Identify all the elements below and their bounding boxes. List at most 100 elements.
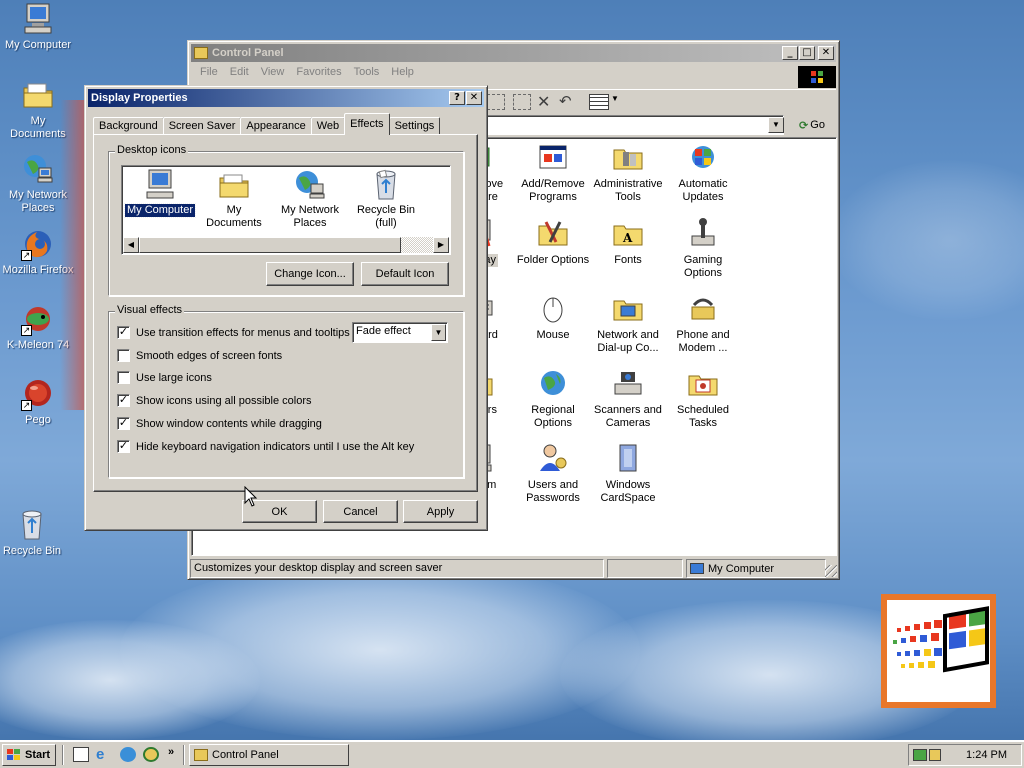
undo-icon[interactable]: ↶ <box>559 92 572 110</box>
transition-effect-select[interactable]: Fade effect ▼ <box>352 322 448 343</box>
copy-to-icon[interactable] <box>513 94 531 110</box>
move-to-icon[interactable] <box>487 94 505 110</box>
tab-background[interactable]: Background <box>93 117 164 135</box>
scheduled-tasks-icon <box>686 366 720 400</box>
scroll-right-button[interactable]: ▶ <box>433 237 449 253</box>
visual-effect-option[interactable]: Smooth edges of screen fonts <box>117 349 282 362</box>
tab-appearance[interactable]: Appearance <box>240 117 312 135</box>
tab-settings[interactable]: Settings <box>388 117 441 135</box>
control-panel-titlebar[interactable]: Control Panel _ □ ✕ <box>191 44 836 62</box>
visual-effect-option[interactable]: ✓ Hide keyboard navigation indicators unt… <box>117 440 414 453</box>
tab-screen-saver[interactable]: Screen Saver <box>162 117 242 135</box>
system-tray: 1:24 PM <box>908 744 1022 766</box>
users-icon <box>536 441 570 475</box>
delete-icon[interactable]: ✕ <box>537 92 550 112</box>
mouse-icon <box>536 291 570 325</box>
control-panel-item[interactable]: Phone and Modem ... <box>664 291 742 355</box>
start-button[interactable]: Start <box>2 744 56 766</box>
control-panel-item[interactable]: Administrative Tools <box>589 140 667 204</box>
quick-launch-chevron[interactable]: » <box>168 746 174 758</box>
search-icon[interactable] <box>143 747 159 762</box>
desktop-icons-list-item[interactable]: My Documents <box>198 168 270 230</box>
menu-favorites[interactable]: Favorites <box>290 66 347 78</box>
menu-edit[interactable]: Edit <box>224 66 255 78</box>
address-bar[interactable] <box>484 115 784 135</box>
checkbox[interactable]: ✓ <box>117 394 130 407</box>
menu-view[interactable]: View <box>255 66 291 78</box>
chevron-down-icon[interactable]: ▼ <box>431 324 446 341</box>
control-panel-item[interactable]: Users and Passwords <box>514 441 592 505</box>
default-icon-button[interactable]: Default Icon <box>361 262 449 286</box>
desktop-icons-list-item[interactable]: Rec (e <box>426 168 450 230</box>
checkbox[interactable]: ✓ <box>117 417 130 430</box>
desktop-icon-recycle-bin[interactable]: Recycle Bin <box>0 508 70 558</box>
gaming-options-icon <box>686 216 720 250</box>
desktop-icons-list-label: My Documents <box>206 204 262 229</box>
control-panel-item[interactable]: Add/Remove Programs <box>514 140 592 204</box>
control-panel-item[interactable]: Gaming Options <box>664 216 742 280</box>
taskbar-button-control-panel[interactable]: Control Panel <box>189 744 349 766</box>
checkbox[interactable]: ✓ <box>117 440 130 453</box>
desktop-icons-list-item[interactable]: My Computer <box>123 168 197 218</box>
control-panel-item-label: Administrative Tools <box>593 178 663 203</box>
control-panel-item[interactable]: Scheduled Tasks <box>664 366 742 430</box>
checkbox[interactable] <box>117 371 130 384</box>
checkbox[interactable] <box>117 349 130 362</box>
desktop-icon-my-computer[interactable]: My Computer <box>0 2 76 52</box>
apply-button[interactable]: Apply <box>403 500 478 523</box>
tab-effects[interactable]: Effects <box>344 113 390 135</box>
control-panel-item[interactable]: A Fonts <box>589 216 667 267</box>
control-panel-item[interactable]: Windows CardSpace <box>589 441 667 505</box>
checkbox-label: Smooth edges of screen fonts <box>136 349 283 362</box>
display-properties-titlebar[interactable]: Display Properties ? ✕ <box>88 89 484 107</box>
horizontal-scrollbar[interactable]: ◀ ▶ <box>123 237 449 253</box>
network-tray-icon[interactable] <box>913 749 927 761</box>
change-icon-button[interactable]: Change Icon... <box>266 262 354 286</box>
volume-tray-icon[interactable] <box>929 749 941 761</box>
control-panel-item[interactable]: Network and Dial-up Co... <box>589 291 667 355</box>
maximize-button[interactable]: □ <box>799 46 815 60</box>
checkbox[interactable]: ✓ <box>117 326 130 339</box>
help-button[interactable]: ? <box>449 91 465 105</box>
visual-effect-option[interactable]: Use large icons <box>117 371 212 384</box>
views-dropdown-icon[interactable]: ▼ <box>611 94 619 103</box>
desktop-icons-list-item[interactable]: Recycle Bin (full) <box>350 168 422 230</box>
resize-grip-icon[interactable] <box>825 565 837 577</box>
pego-icon: ↗ <box>21 377 55 411</box>
show-desktop-icon[interactable] <box>73 747 89 762</box>
checkbox-label: Show window contents while dragging <box>136 417 322 430</box>
scroll-thumb[interactable] <box>139 237 401 253</box>
close-button[interactable]: ✕ <box>466 91 482 105</box>
menu-file[interactable]: File <box>194 66 224 78</box>
menu-help[interactable]: Help <box>385 66 420 78</box>
checkbox-label: Show icons using all possible colors <box>136 394 312 407</box>
clock[interactable]: 1:24 PM <box>966 749 1007 761</box>
close-button[interactable]: ✕ <box>818 46 834 60</box>
transition-effect-value: Fade effect <box>356 325 411 337</box>
visual-effect-option[interactable]: ✓ Show icons using all possible colors <box>117 394 311 407</box>
scroll-left-button[interactable]: ◀ <box>123 237 139 253</box>
windows-throbber <box>798 66 836 88</box>
phone-modem-icon <box>686 291 720 325</box>
outlook-express-icon[interactable] <box>120 747 136 762</box>
minimize-button[interactable]: _ <box>782 46 798 60</box>
control-panel-item[interactable]: Automatic Updates <box>664 140 742 204</box>
visual-effect-option[interactable]: ✓ Use transition effects for menus and to… <box>117 326 350 339</box>
control-panel-item[interactable]: Regional Options <box>514 366 592 430</box>
visual-effect-option[interactable]: ✓ Show window contents while dragging <box>117 417 322 430</box>
desktop-icons-list-item[interactable]: My Network Places <box>274 168 346 230</box>
control-panel-item[interactable]: Folder Options <box>514 216 592 267</box>
menu-tools[interactable]: Tools <box>348 66 386 78</box>
cancel-button[interactable]: Cancel <box>323 500 398 523</box>
tab-web[interactable]: Web <box>310 117 346 135</box>
control-panel-item[interactable]: Mouse <box>514 291 592 342</box>
status-zone: My Computer <box>686 559 826 578</box>
kmeleon-icon: ↗ <box>21 302 55 336</box>
address-dropdown-button[interactable]: ▼ <box>768 117 784 133</box>
tab-panel: Desktop icons My Computer My Documents My … <box>93 134 478 492</box>
control-panel-item[interactable]: Scanners and Cameras <box>589 366 667 430</box>
internet-explorer-icon[interactable]: e <box>96 746 104 763</box>
go-button[interactable]: ⟳ Go <box>790 115 834 135</box>
views-icon[interactable] <box>589 94 609 110</box>
quick-launch-separator <box>62 745 64 765</box>
